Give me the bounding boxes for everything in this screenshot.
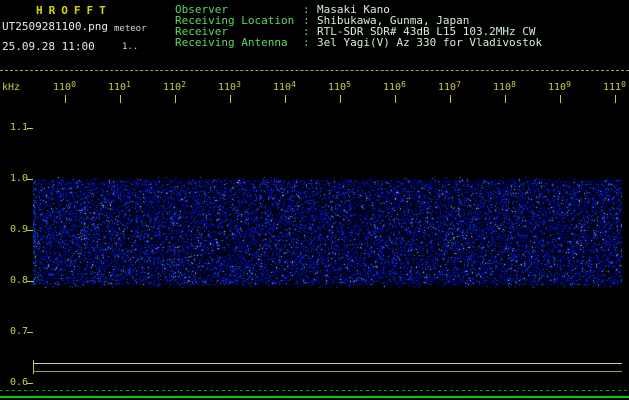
freq-tick-label: 1.0 [2,173,28,184]
time-tick-label: 1102 [163,82,186,93]
output-filename: UT2509281100.png [2,20,108,33]
freq-tick-label: 1.1 [2,122,28,133]
time-tick [505,95,506,103]
freq-tick [27,383,33,384]
observation-datetime: 25.09.28 11:00 [2,40,95,53]
time-tick [340,95,341,103]
time-tick-label: 1104 [273,82,296,93]
bottom-border-line [0,396,629,398]
level-trace-upper-line [33,363,622,364]
station-info: Observer : Masaki Kano Receiving Locatio… [175,4,542,48]
time-tick-label: 1101 [108,82,131,93]
time-tick [65,95,66,103]
time-tick-label: 1110 [603,82,626,93]
time-tick [230,95,231,103]
app-title: HROFFT [36,4,112,17]
freq-tick-label: 0.9 [2,224,28,235]
info-label: Receiving Antenna [175,37,303,48]
mode-label: meteor [114,24,147,34]
time-tick [120,95,121,103]
freq-tick-label: 0.7 [2,326,28,337]
freq-tick-label: 0.6 [2,377,28,388]
time-tick-label: 1109 [548,82,571,93]
time-tick [175,95,176,103]
time-tick [395,95,396,103]
counter-label: 1.. [122,42,138,52]
time-tick-label: 1108 [493,82,516,93]
time-tick-label: 1105 [328,82,351,93]
time-tick-label: 1103 [218,82,241,93]
time-tick [450,95,451,103]
freq-axis-unit: kHz [2,82,20,93]
time-tick-label: 1100 [53,82,76,93]
info-row-antenna: Receiving Antenna : 3el Yagi(V) Az 330 f… [175,37,542,48]
time-tick [285,95,286,103]
time-tick-label: 1107 [438,82,461,93]
level-trace-baseline [33,371,622,372]
hrofft-output-image: HROFFT UT2509281100.png meteor 25.09.28 … [0,0,629,400]
info-separator: : [303,37,317,48]
info-value: 3el Yagi(V) Az 330 for Vladivostok [317,37,542,48]
time-tick [615,95,616,103]
header-separator-line [0,70,629,71]
time-tick-label: 1106 [383,82,406,93]
threshold-dashed-line [0,390,629,391]
freq-tick-label: 0.8 [2,275,28,286]
spectrogram-canvas [33,104,622,362]
time-tick [560,95,561,103]
